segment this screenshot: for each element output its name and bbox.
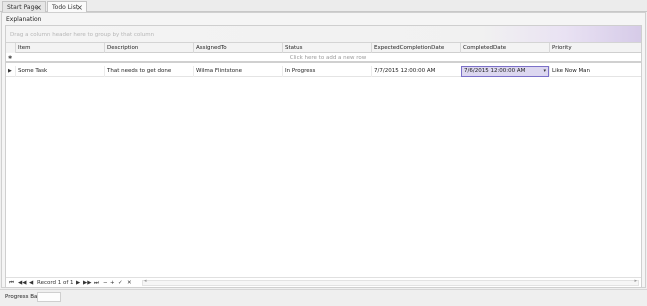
progress-bar-label: Progress Bar — [5, 294, 40, 300]
group-panel-hint: Drag a column header here to group by th… — [10, 32, 155, 38]
horizontal-scrollbar[interactable]: ◂ ▸ — [142, 278, 639, 286]
cell-description[interactable]: That needs to get done — [104, 66, 193, 77]
panel-title: Explanation — [6, 16, 42, 23]
previous-page-button[interactable]: ◀◀ — [18, 278, 26, 288]
new-item-row[interactable]: ✱ Click here to add a new row — [6, 53, 641, 63]
cell-status[interactable]: In Progress — [282, 66, 371, 77]
table-row[interactable]: ▶ Some Task That needs to get done Wilma… — [6, 66, 641, 77]
status-bar: Progress Bar — [0, 289, 647, 306]
column-header-completed-date[interactable]: CompletedDate — [460, 43, 549, 53]
cancel-edit-button[interactable]: ✕ — [127, 278, 132, 288]
todo-grid: Drag a column header here to group by th… — [5, 25, 642, 287]
column-header-description[interactable]: Description — [104, 43, 193, 53]
todo-list-panel: Explanation Drag a column header here to… — [1, 12, 646, 288]
cell-item[interactable]: Some Task — [15, 66, 104, 77]
data-navigator: ⏮ ◀◀ ◀ Record 1 of 1 ▶ ▶▶ ⏭ − + ✓ ✕ ◂ ▸ — [6, 277, 641, 287]
add-record-button[interactable]: + — [110, 278, 115, 288]
last-record-button[interactable]: ⏭ — [94, 278, 99, 288]
progress-bar — [37, 292, 61, 302]
column-header-status[interactable]: Status — [282, 43, 371, 53]
column-header-priority[interactable]: Priority — [549, 43, 641, 53]
column-header-assignedto[interactable]: AssignedTo — [193, 43, 282, 53]
new-row-icon: ✱ — [8, 55, 13, 61]
completed-date-editor[interactable]: 7/6/2015 12:00:00 AM ▾ — [461, 66, 549, 77]
first-record-button[interactable]: ⏮ — [9, 278, 14, 288]
cell-assigned-to[interactable]: Wilma Flintstone — [193, 66, 282, 77]
scroll-right-icon[interactable]: ▸ — [634, 278, 637, 284]
previous-record-button[interactable]: ◀ — [29, 278, 33, 288]
column-header-row: Item Description AssignedTo Status Expec… — [6, 43, 641, 53]
header-indicator-cell — [6, 43, 15, 53]
cell-expected-completion-date[interactable]: 7/7/2015 12:00:00 AM — [371, 66, 460, 77]
remove-record-button[interactable]: − — [103, 278, 108, 288]
apply-edit-button[interactable]: ✓ — [118, 278, 123, 288]
next-record-button[interactable]: ▶ — [76, 278, 80, 288]
column-header-item[interactable]: Item — [15, 43, 104, 53]
new-row-text: Click here to add a new row — [289, 55, 367, 61]
cell-priority[interactable]: Like Now Man — [549, 66, 641, 77]
group-by-panel[interactable]: Drag a column header here to group by th… — [6, 26, 641, 43]
tab-label: Start Page — [7, 4, 39, 11]
column-header-expected-completion-date[interactable]: ExpectedCompletionDate — [371, 43, 460, 53]
row-pointer-icon: ▶ — [8, 68, 12, 74]
completed-date-value: 7/6/2015 12:00:00 AM — [464, 68, 526, 74]
next-page-button[interactable]: ▶▶ — [83, 278, 91, 288]
tab-label: Todo List — [52, 4, 79, 11]
record-position: Record 1 of 1 — [37, 280, 74, 286]
document-tab-strip: Start Page × Todo List × — [0, 0, 647, 13]
scroll-left-icon[interactable]: ◂ — [144, 278, 147, 284]
dropdown-arrow-icon[interactable]: ▾ — [543, 67, 546, 76]
